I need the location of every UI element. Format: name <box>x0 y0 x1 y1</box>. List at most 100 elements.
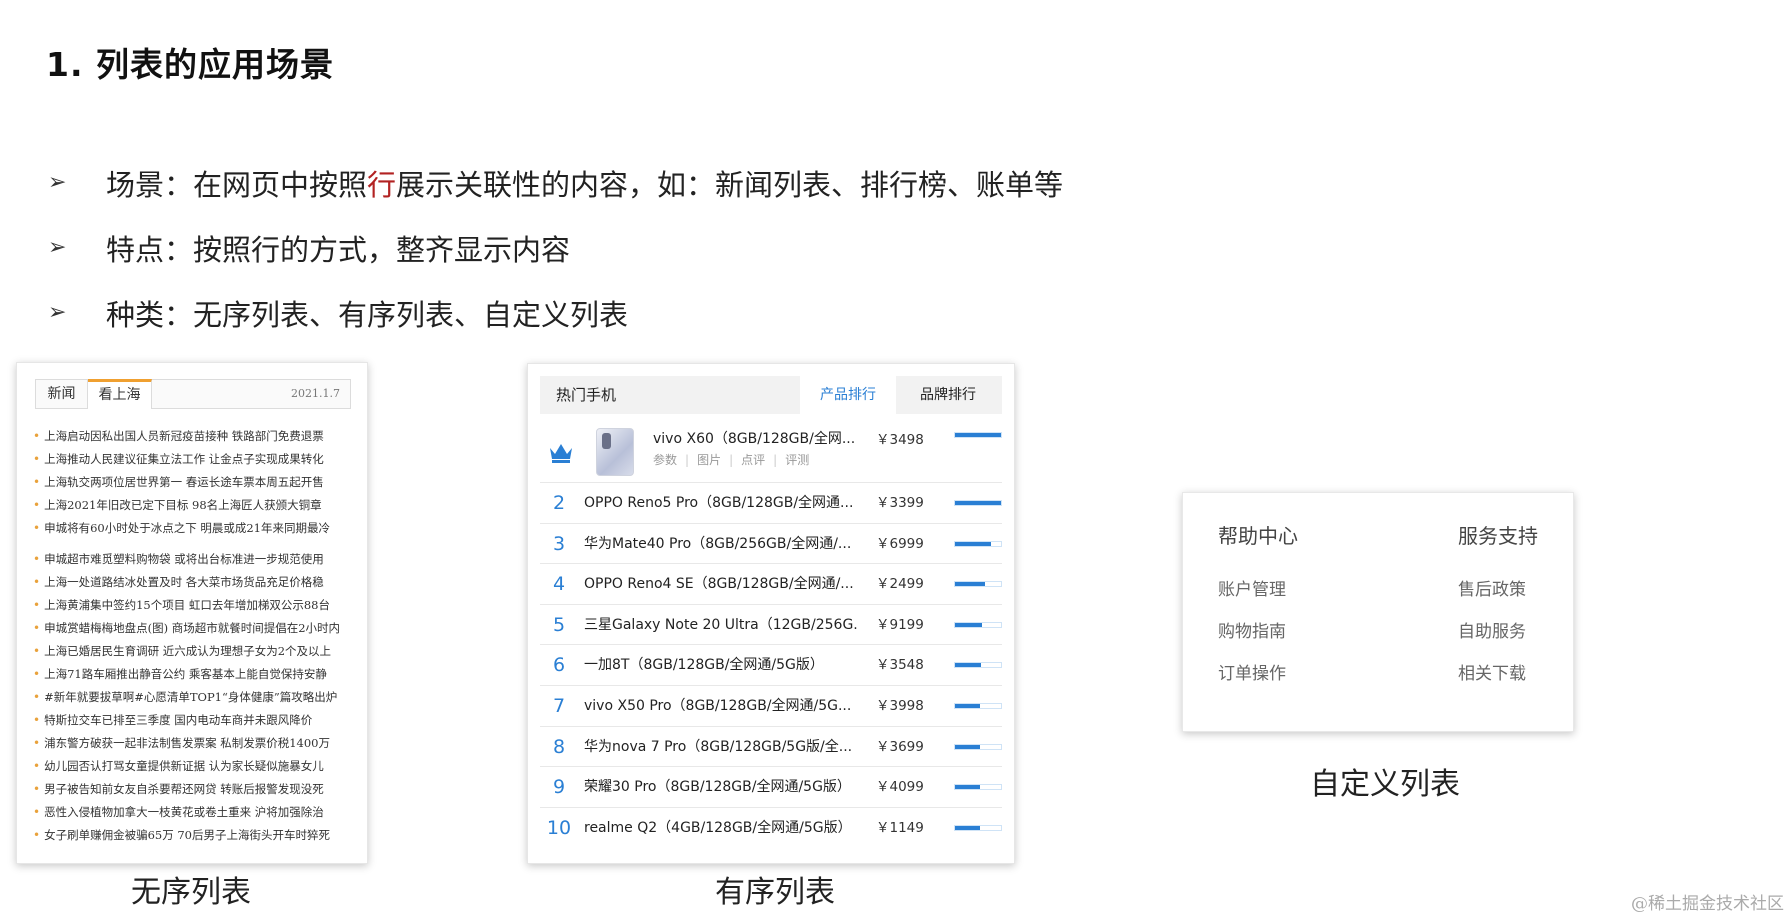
news-list-item[interactable]: • 浦东警方破获一起非法制售发票案 私制发票价税1400万 <box>33 732 353 755</box>
ranking-row[interactable]: 8 华为nova 7 Pro（8GB/128GB/5G版/全... ￥3699 <box>540 727 1002 768</box>
news-list-item[interactable]: • 申城超市难觅塑料购物袋 或将出台标准进一步规范使用 <box>33 548 353 571</box>
news-headline[interactable]: 男子被告知前女友自杀要帮还网贷 转账后报警发现没死 <box>44 782 324 796</box>
page-title: 1. 列表的应用场景 <box>46 45 334 84</box>
popularity-bar <box>954 581 1002 588</box>
rank-number: 7 <box>552 694 566 717</box>
ranking-row[interactable]: 4 OPPO Reno4 SE（8GB/128GB/全网通/... ￥2499 <box>540 564 1002 605</box>
product-name[interactable]: 华为Mate40 Pro（8GB/256GB/全网通/... <box>584 524 858 564</box>
news-headline[interactable]: 申城超市难觅塑料购物袋 或将出台标准进一步规范使用 <box>44 552 324 566</box>
tab-product-rank[interactable]: 产品排行 <box>800 376 896 414</box>
meta-link-images[interactable]: 图片 <box>697 453 721 467</box>
popularity-bar <box>954 702 1002 709</box>
news-list-item[interactable]: • 上海一处道路结冰处置及时 各大菜市场货品充足价格稳 <box>33 571 353 594</box>
bullet-dot: • <box>33 429 41 443</box>
meta-link-reviews[interactable]: 评测 <box>785 453 809 467</box>
news-headline[interactable]: 上海2021年旧改已定下目标 98名上海匠人获颁大铜章 <box>44 498 322 512</box>
bullet-types-text: 种类：无序列表、有序列表、自定义列表 <box>106 297 629 332</box>
product-name[interactable]: 荣耀30 Pro（8GB/128GB/全网通/5G版） <box>584 767 858 807</box>
bullet-dot: • <box>33 805 41 819</box>
popularity-bar <box>954 662 1002 669</box>
news-list-item[interactable]: • 男子被告知前女友自杀要帮还网贷 转账后报警发现没死 <box>33 778 353 801</box>
popularity-bar-fill <box>955 622 982 627</box>
crown-icon <box>550 444 572 463</box>
bullet-dot: • <box>33 575 41 589</box>
link-account-management[interactable]: 账户管理 <box>1218 575 1298 617</box>
news-headline[interactable]: 幼儿园否认打骂女童提供新证据 认为家长疑似施暴女儿 <box>44 759 324 773</box>
news-headline[interactable]: 上海推动人民建议征集立法工作 让金点子实现成果转化 <box>44 452 324 466</box>
news-headline[interactable]: 上海已婚居民生育调研 近六成认为理想子女为2个及以上 <box>44 644 331 658</box>
product-name[interactable]: vivo X50 Pro（8GB/128GB/全网通/5G... <box>584 686 858 726</box>
bullet-dot: • <box>33 667 41 681</box>
unordered-list-example: 新闻 看上海 2021.1.7 • 上海启动因私出国人员新冠疫苗接种 铁路部门免费… <box>16 362 368 864</box>
caption-ordered: 有序列表 <box>715 875 835 910</box>
ranking-row[interactable]: 6 一加8T（8GB/128GB/全网通/5G版） ￥3548 <box>540 645 1002 686</box>
arrow-icon: ➢ <box>48 300 67 325</box>
ranking-title: 热门手机 <box>556 386 617 404</box>
ranking-header: 热门手机 产品排行 品牌排行 <box>540 376 1002 414</box>
product-name[interactable]: 三星Galaxy Note 20 Ultra（12GB/256G... <box>584 605 858 645</box>
link-self-service[interactable]: 自助服务 <box>1458 617 1538 659</box>
rank-number: 8 <box>552 735 566 758</box>
news-headline[interactable]: 申城赏蜡梅梅地盘点(图) 商场超市就餐时间提倡在2小时内 <box>44 621 340 635</box>
top-item-meta: 参数 | 图片 | 点评 | 评测 <box>653 451 809 468</box>
news-headline[interactable]: 上海启动因私出国人员新冠疫苗接种 铁路部门免费退票 <box>44 429 324 443</box>
bullet-scene-prefix: 场景：在网页中按照 <box>106 167 368 202</box>
popularity-bar <box>954 540 1002 547</box>
news-list-item[interactable]: • 上海推动人民建议征集立法工作 让金点子实现成果转化 <box>33 448 353 471</box>
product-name[interactable]: realme Q2（4GB/128GB/全网通/5G版） <box>584 808 858 848</box>
news-list-item[interactable]: • 幼儿园否认打骂女童提供新证据 认为家长疑似施暴女儿 <box>33 755 353 778</box>
news-list-item[interactable]: • 上海轨交两项位居世界第一 春运长途车票本周五起开售 <box>33 471 353 494</box>
link-shopping-guide[interactable]: 购物指南 <box>1218 617 1298 659</box>
popularity-bar <box>954 621 1002 628</box>
meta-link-comments[interactable]: 点评 <box>741 453 765 467</box>
news-headline[interactable]: 特斯拉交车已排至三季度 国内电动车商并未跟风降价 <box>44 713 312 727</box>
top-item-name[interactable]: vivo X60（8GB/128GB/全网... <box>653 428 855 448</box>
bullet-scene-suffix: 展示关联性的内容，如：新闻列表、排行榜、账单等 <box>396 167 1064 202</box>
product-name[interactable]: OPPO Reno4 SE（8GB/128GB/全网通/... <box>584 564 858 604</box>
product-name[interactable]: OPPO Reno5 Pro（8GB/128GB/全网通... <box>584 483 858 523</box>
rank-number: 9 <box>552 776 566 799</box>
ranking-top-item[interactable]: vivo X60（8GB/128GB/全网... 参数 | 图片 | 点评 | 评测 ￥34… <box>540 420 1002 483</box>
news-headline[interactable]: 上海黄浦集中签约15个项目 虹口去年增加梯双公示88台 <box>44 598 330 612</box>
link-after-sales-policy[interactable]: 售后政策 <box>1458 575 1538 617</box>
news-list-item[interactable]: • 恶性入侵植物加拿大一枝黄花或卷土重来 沪将加强除治 <box>33 801 353 824</box>
meta-link-params[interactable]: 参数 <box>653 453 677 467</box>
popularity-bar-fill <box>955 785 981 790</box>
ranking-row[interactable]: 10 realme Q2（4GB/128GB/全网通/5G版） ￥1149 <box>540 808 1002 849</box>
bullet-list: ➢ 场景：在网页中按照行展示关联性的内容，如：新闻列表、排行榜、账单等 ➢ 特点… <box>48 150 1063 345</box>
news-headline[interactable]: 上海71路车厢推出静音公约 乘客基本上能自觉保持安静 <box>44 667 327 681</box>
news-list-item[interactable]: • 申城将有60小时处于冰点之下 明晨或成21年来同期最冷 <box>33 517 353 540</box>
bullet-types: ➢ 种类：无序列表、有序列表、自定义列表 <box>48 280 1063 345</box>
product-price: ￥2499 <box>876 576 924 593</box>
bullet-feature-text: 特点：按照行的方式，整齐显示内容 <box>106 232 571 267</box>
ranking-row[interactable]: 2 OPPO Reno5 Pro（8GB/128GB/全网通... ￥3399 <box>540 483 1002 524</box>
news-headline[interactable]: 申城将有60小时处于冰点之下 明晨或成21年来同期最冷 <box>44 521 330 535</box>
news-headline[interactable]: 恶性入侵植物加拿大一枝黄花或卷土重来 沪将加强除治 <box>44 805 324 819</box>
news-list-item[interactable]: • 女子刷单赚佣金被骗65万 70后男子上海街头开车时猝死 <box>33 824 353 847</box>
ranking-row[interactable]: 5 三星Galaxy Note 20 Ultra（12GB/256G... ￥919… <box>540 605 1002 646</box>
news-headline[interactable]: 浦东警方破获一起非法制售发票案 私制发票价税1400万 <box>44 736 330 750</box>
ranking-row[interactable]: 7 vivo X50 Pro（8GB/128GB/全网通/5G... ￥3998 <box>540 686 1002 727</box>
news-list-item[interactable]: • 上海黄浦集中签约15个项目 虹口去年增加梯双公示88台 <box>33 594 353 617</box>
tab-shanghai[interactable]: 看上海 <box>88 379 152 409</box>
news-headline[interactable]: 上海轨交两项位居世界第一 春运长途车票本周五起开售 <box>44 475 324 489</box>
news-headline[interactable]: 上海一处道路结冰处置及时 各大菜市场货品充足价格稳 <box>44 575 324 589</box>
news-list-item[interactable]: • 上海启动因私出国人员新冠疫苗接种 铁路部门免费退票 <box>33 425 353 448</box>
ranking-row[interactable]: 3 华为Mate40 Pro（8GB/256GB/全网通/... ￥6999 <box>540 524 1002 565</box>
link-order-operations[interactable]: 订单操作 <box>1218 659 1298 701</box>
news-list-item[interactable]: • 申城赏蜡梅梅地盘点(图) 商场超市就餐时间提倡在2小时内 <box>33 617 353 640</box>
tab-news[interactable]: 新闻 <box>36 379 88 409</box>
phone-thumbnail[interactable] <box>596 428 634 476</box>
news-headline[interactable]: 女子刷单赚佣金被骗65万 70后男子上海街头开车时猝死 <box>44 828 330 842</box>
tab-brand-rank[interactable]: 品牌排行 <box>898 376 998 414</box>
product-name[interactable]: 一加8T（8GB/128GB/全网通/5G版） <box>584 645 858 685</box>
news-list-item[interactable]: • 上海71路车厢推出静音公约 乘客基本上能自觉保持安静 <box>33 663 353 686</box>
news-headline[interactable]: #新年就要拔草啊#心愿清单TOP1“身体健康”篇攻略出炉 <box>44 690 337 704</box>
news-list-item[interactable]: • 特斯拉交车已排至三季度 国内电动车商并未跟风降价 <box>33 709 353 732</box>
product-name[interactable]: 华为nova 7 Pro（8GB/128GB/5G版/全... <box>584 727 858 767</box>
news-list-item[interactable]: • 上海2021年旧改已定下目标 98名上海匠人获颁大铜章 <box>33 494 353 517</box>
ranking-row[interactable]: 9 荣耀30 Pro（8GB/128GB/全网通/5G版） ￥4099 <box>540 767 1002 808</box>
news-list-item[interactable]: • 上海已婚居民生育调研 近六成认为理想子女为2个及以上 <box>33 640 353 663</box>
link-downloads[interactable]: 相关下载 <box>1458 659 1538 701</box>
news-list-item[interactable]: • #新年就要拔草啊#心愿清单TOP1“身体健康”篇攻略出炉 <box>33 686 353 709</box>
